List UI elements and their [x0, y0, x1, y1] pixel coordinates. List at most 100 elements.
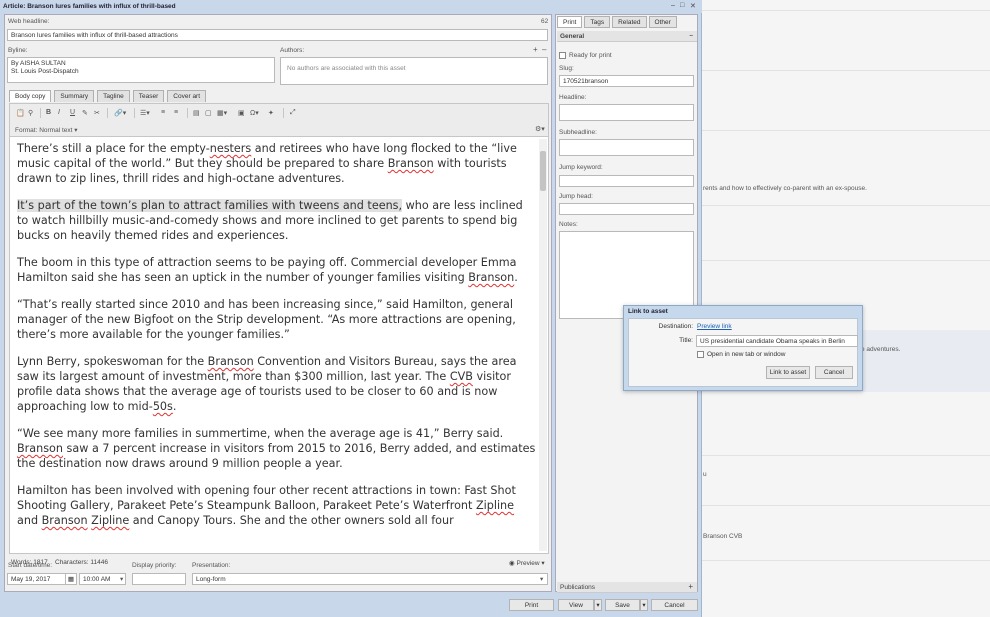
- bg-divider: [702, 130, 990, 131]
- bold-icon[interactable]: B: [46, 109, 51, 116]
- insert-break-icon[interactable]: ▤: [193, 109, 200, 117]
- dialog-cancel-button[interactable]: Cancel: [815, 366, 853, 379]
- headline-label: Headline:: [559, 94, 587, 101]
- cancel-button[interactable]: Cancel: [651, 599, 698, 611]
- paste-icon[interactable]: 📋: [16, 109, 25, 117]
- publications-section-header[interactable]: Publications +: [557, 582, 697, 593]
- selected-text: It’s part of the town’s plan to attract …: [17, 199, 403, 212]
- toolbar-divider: [107, 108, 108, 118]
- table-icon[interactable]: ▦▾: [217, 109, 227, 117]
- chevron-down-icon[interactable]: ▾: [120, 575, 123, 583]
- twitter-icon[interactable]: ✦: [268, 109, 274, 117]
- format-dropdown[interactable]: Format: Normal text ▾: [15, 126, 78, 134]
- subheadline-label: Subheadline:: [559, 129, 597, 136]
- bg-divider: [702, 260, 990, 261]
- presentation-select[interactable]: Long-form: [192, 573, 548, 585]
- preview-dropdown[interactable]: ◉ Preview ▾: [509, 559, 545, 567]
- link-to-asset-button[interactable]: Link to asset: [766, 366, 810, 379]
- editor-scrollbar[interactable]: [539, 139, 547, 551]
- video-icon[interactable]: ▣: [238, 109, 245, 117]
- link-icon[interactable]: 🔗▾: [114, 109, 126, 117]
- notes-label: Notes:: [559, 221, 578, 228]
- view-chevron-down-icon[interactable]: ▾: [594, 599, 602, 611]
- tab-teaser[interactable]: Teaser: [132, 90, 165, 102]
- title-input[interactable]: US presidential candidate Obama speaks i…: [696, 335, 858, 347]
- scrollbar-thumb[interactable]: [540, 151, 546, 191]
- body-editor[interactable]: There’s still a place for the empty-nest…: [9, 136, 549, 554]
- byline-label: Byline:: [8, 47, 28, 54]
- tab-body-copy[interactable]: Body copy: [9, 90, 52, 102]
- calendar-icon[interactable]: ▦: [65, 573, 77, 585]
- numbered-list-icon[interactable]: ≡: [174, 109, 178, 116]
- bg-text: Branson CVB: [703, 533, 743, 540]
- settings-gear-icon[interactable]: ⚙▾: [535, 125, 545, 133]
- dialog-body: Destination: Preview link Title: US pres…: [628, 318, 858, 387]
- bg-divider: [702, 205, 990, 206]
- toolbar-divider: [40, 108, 41, 118]
- minimize-icon[interactable]: –: [671, 2, 675, 9]
- bg-divider: [702, 10, 990, 11]
- add-publication-icon[interactable]: +: [688, 582, 693, 591]
- save-chevron-down-icon[interactable]: ▾: [640, 599, 648, 611]
- collapse-icon[interactable]: –: [689, 32, 693, 39]
- print-button[interactable]: Print: [509, 599, 554, 611]
- properties-tabs: Print Tags Related Other: [557, 16, 677, 28]
- chevron-down-icon[interactable]: ▾: [540, 575, 543, 583]
- start-time-input[interactable]: 10:00 AM: [79, 573, 126, 585]
- slug-input[interactable]: 170521branson: [559, 75, 694, 87]
- toolbar-divider: [134, 108, 135, 118]
- display-priority-input[interactable]: [132, 573, 186, 585]
- cut-icon[interactable]: ✂: [94, 109, 100, 117]
- bullet-list-icon[interactable]: ≡: [161, 109, 165, 116]
- fullscreen-icon[interactable]: ⤢: [290, 109, 296, 117]
- window-titlebar[interactable]: Article: Branson lures families with inf…: [0, 0, 702, 13]
- headline-input[interactable]: [559, 104, 694, 121]
- title-label: Title:: [679, 337, 693, 344]
- tab-other[interactable]: Other: [648, 16, 677, 28]
- tab-cover-art[interactable]: Cover art: [167, 90, 207, 102]
- editor-statusbar: Words: 1817 Characters: 11446 ◉ Preview …: [9, 557, 549, 569]
- find-icon[interactable]: ⚲: [28, 109, 33, 117]
- properties-panel: Print Tags Related Other General – Ready …: [555, 14, 698, 593]
- new-tab-checkbox[interactable]: [697, 351, 704, 358]
- link-to-asset-dialog: Link to asset Destination: Preview link …: [623, 305, 863, 391]
- save-button[interactable]: Save: [605, 599, 640, 611]
- bg-divider: [702, 455, 990, 456]
- body-content[interactable]: There’s still a place for the empty-nest…: [17, 141, 537, 540]
- tab-tags[interactable]: Tags: [584, 16, 611, 28]
- maximize-icon[interactable]: □: [680, 2, 684, 9]
- authors-list: No authors are associated with this asse…: [280, 57, 548, 85]
- body-tabs: Body copy Summary Tagline Teaser Cover a…: [9, 90, 207, 102]
- byline-line: By AISHA SULTAN: [11, 60, 66, 67]
- view-button[interactable]: View: [558, 599, 594, 611]
- jump-head-input[interactable]: [559, 203, 694, 215]
- general-section-header[interactable]: General –: [557, 31, 697, 42]
- remove-author-icon[interactable]: –: [542, 45, 546, 54]
- ready-for-print-label: Ready for print: [569, 52, 612, 59]
- body-paragraph: “That’s really started since 2010 and ha…: [17, 298, 516, 341]
- tab-print[interactable]: Print: [557, 16, 583, 28]
- presentation-label: Presentation:: [192, 562, 231, 569]
- underline-icon[interactable]: U: [70, 109, 75, 116]
- special-char-icon[interactable]: Ω▾: [250, 109, 259, 117]
- format-painter-icon[interactable]: ✎: [82, 109, 88, 117]
- destination-link[interactable]: Preview link: [697, 323, 732, 330]
- tab-summary[interactable]: Summary: [54, 90, 95, 102]
- subheadline-input[interactable]: [559, 139, 694, 156]
- align-icon[interactable]: ☰▾: [140, 109, 150, 117]
- byline-textarea[interactable]: By AISHA SULTAN St. Louis Post-Dispatch: [7, 57, 275, 83]
- jump-keyword-input[interactable]: [559, 175, 694, 187]
- authors-label: Authors:: [280, 47, 305, 54]
- close-icon[interactable]: ✕: [690, 2, 696, 10]
- tab-tagline[interactable]: Tagline: [97, 90, 130, 102]
- ready-for-print-checkbox[interactable]: [559, 52, 566, 59]
- toolbar-divider: [187, 108, 188, 118]
- start-date-input[interactable]: May 19, 2017: [7, 573, 70, 585]
- body-paragraph: The boom in this type of attraction seem…: [17, 256, 518, 284]
- tab-related[interactable]: Related: [612, 16, 647, 28]
- insert-page-icon[interactable]: ▢: [205, 109, 212, 117]
- web-headline-input[interactable]: Branson lures families with influx of th…: [7, 29, 548, 41]
- italic-icon[interactable]: I: [58, 109, 60, 116]
- web-headline-label: Web headline:: [8, 18, 50, 25]
- add-author-icon[interactable]: +: [533, 45, 538, 54]
